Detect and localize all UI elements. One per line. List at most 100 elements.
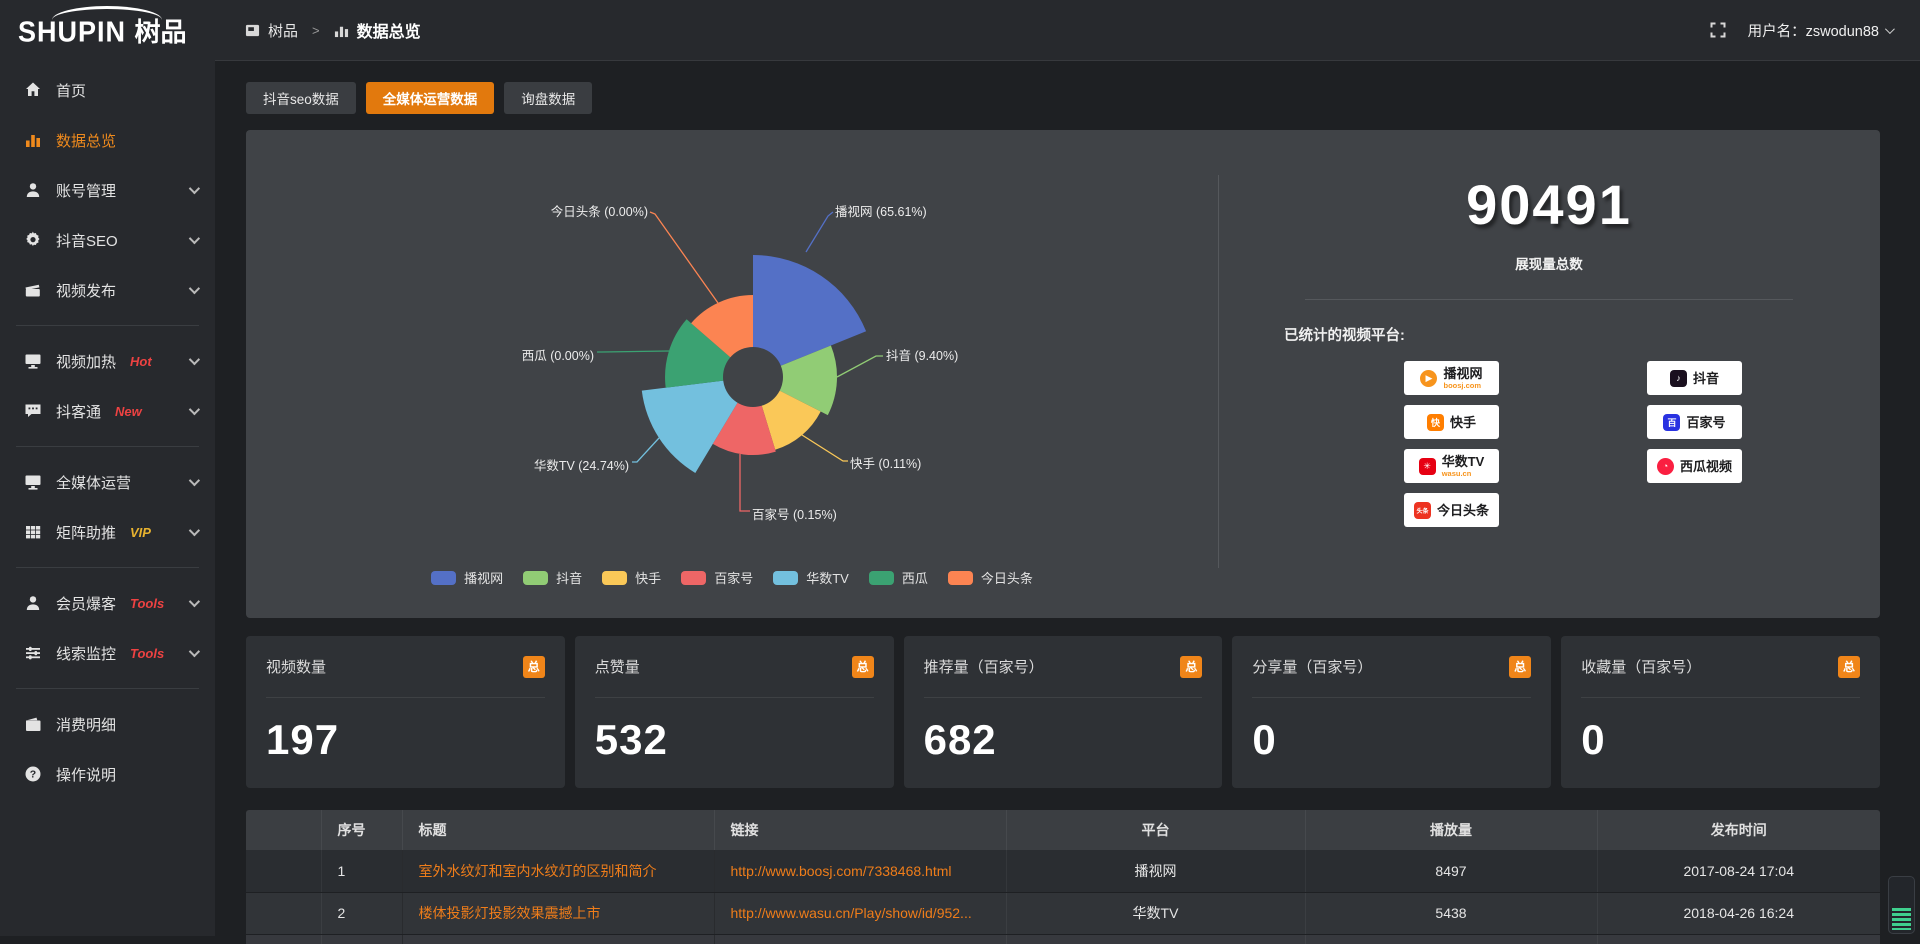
select-all-header[interactable] bbox=[246, 810, 321, 850]
breadcrumb: 树品 > 数据总览 bbox=[245, 18, 421, 42]
legend-item-播视网[interactable]: 播视网 bbox=[431, 568, 503, 587]
sidebar-item-操作说明[interactable]: ? 操作说明 bbox=[0, 749, 215, 799]
cell-time: 2018-04-26 16:24 bbox=[1597, 892, 1880, 934]
pie-label-抖音: 抖音 (9.40%) bbox=[886, 348, 958, 363]
platform-name: 今日头条 bbox=[1437, 504, 1489, 517]
stat-card-label: 分享量（百家号） bbox=[1252, 656, 1372, 677]
rose-chart-svg[interactable]: 播视网 (65.61%)抖音 (9.40%)快手 (0.11%)百家号 (0.1… bbox=[246, 130, 1218, 618]
sidebar-item-label: 首页 bbox=[56, 80, 86, 101]
user-menu[interactable]: 用户名：zswodun88 bbox=[1748, 20, 1892, 41]
sidebar-item-全媒体运营[interactable]: 全媒体运营 bbox=[0, 457, 215, 507]
sidebar-item-label: 消费明细 bbox=[56, 714, 116, 735]
menu-badge: Tools bbox=[130, 596, 164, 611]
legend-item-百家号[interactable]: 百家号 bbox=[681, 568, 753, 587]
logo-text-en: SHUPIN bbox=[18, 16, 126, 49]
row-select-cell bbox=[246, 850, 321, 892]
stat-card-视频数量: 视频数量 总 197 bbox=[246, 636, 565, 788]
legend-item-快手[interactable]: 快手 bbox=[602, 568, 661, 587]
legend-item-华数TV[interactable]: 华数TV bbox=[773, 568, 849, 587]
sidebar-item-视频发布[interactable]: 视频发布 bbox=[0, 265, 215, 315]
stat-card-label: 点赞量 bbox=[595, 656, 640, 677]
platform-badge-百家号[interactable]: 百 百家号 bbox=[1647, 405, 1742, 439]
stat-card-value: 682 bbox=[924, 716, 1203, 764]
sidebar-item-消费明细[interactable]: 消费明细 bbox=[0, 699, 215, 749]
sidebar-item-数据总览[interactable]: 数据总览 bbox=[0, 115, 215, 165]
platform-name: 抖音 bbox=[1693, 372, 1719, 385]
floating-indicator-widget[interactable] bbox=[1888, 876, 1915, 934]
sidebar-item-视频加热[interactable]: 视频加热Hot bbox=[0, 336, 215, 386]
table-row: 1 室外水纹灯和室内水纹灯的区别和简介 http://www.boosj.com… bbox=[246, 850, 1880, 892]
help-icon: ? bbox=[24, 765, 42, 783]
sidebar-item-矩阵助推[interactable]: 矩阵助推VIP bbox=[0, 507, 215, 557]
tab-全媒体运营数据[interactable]: 全媒体运营数据 bbox=[366, 82, 495, 114]
legend-label: 快手 bbox=[635, 568, 661, 587]
app-logo: SHUPIN 树品 bbox=[0, 0, 215, 55]
label-line-今日头条 bbox=[650, 212, 718, 303]
sidebar: SHUPIN 树品 首页 数据总览 账号管理 抖音SEO 视频发布 视频加热Ho… bbox=[0, 0, 215, 936]
legend-swatch bbox=[681, 571, 706, 585]
video-icon bbox=[24, 281, 42, 299]
tab-询盘数据[interactable]: 询盘数据 bbox=[504, 82, 592, 114]
sidebar-divider bbox=[16, 567, 199, 568]
gear-icon bbox=[24, 231, 42, 249]
platforms-title: 已统计的视频平台: bbox=[1284, 324, 1880, 345]
platform-badge-抖音[interactable]: ♪ 抖音 bbox=[1647, 361, 1742, 395]
sidebar-divider bbox=[16, 446, 199, 447]
caret-down-icon bbox=[1885, 24, 1895, 34]
total-badge[interactable]: 总 bbox=[1838, 656, 1860, 678]
cell-no: 1 bbox=[321, 850, 402, 892]
platform-badge-今日头条[interactable]: 头条 今日头条 bbox=[1404, 493, 1499, 527]
sidebar-item-会员爆客[interactable]: 会员爆客Tools bbox=[0, 578, 215, 628]
top-header: 树品 > 数据总览 用户名：zswodun88 bbox=[215, 0, 1920, 61]
legend-swatch bbox=[523, 571, 548, 585]
chevron-down-icon bbox=[189, 354, 200, 365]
platform-badge-播视网[interactable]: ▶ 播视网boosj.com bbox=[1404, 361, 1499, 395]
chevron-down-icon bbox=[189, 525, 200, 536]
breadcrumb-root-icon bbox=[245, 23, 260, 38]
breadcrumb-item-home[interactable]: 树品 bbox=[268, 20, 298, 41]
stat-card-推荐量（百家号）: 推荐量（百家号） 总 682 bbox=[904, 636, 1223, 788]
total-badge[interactable]: 总 bbox=[1180, 656, 1202, 678]
baijiahao-icon: 百 bbox=[1663, 414, 1680, 431]
total-badge[interactable]: 总 bbox=[1509, 656, 1531, 678]
stat-cards-row: 视频数量 总 197 点赞量 总 532 推荐量（百家号） 总 682 分享量（… bbox=[246, 636, 1880, 788]
chevron-down-icon bbox=[189, 233, 200, 244]
legend-item-抖音[interactable]: 抖音 bbox=[523, 568, 582, 587]
cell-title[interactable]: 室外水纹灯和室内水纹灯的区别和简介 bbox=[402, 850, 714, 892]
xigua-icon: ◔ bbox=[1657, 458, 1674, 475]
grid-icon bbox=[24, 523, 42, 541]
label-line-抖音 bbox=[837, 356, 883, 377]
cell-link[interactable]: http://www.wasu.cn/Play/show/id/952... bbox=[714, 892, 1006, 934]
legend-item-今日头条[interactable]: 今日头条 bbox=[948, 568, 1033, 587]
label-line-西瓜 bbox=[597, 351, 669, 352]
wallet-icon bbox=[24, 715, 42, 733]
sidebar-item-账号管理[interactable]: 账号管理 bbox=[0, 165, 215, 215]
cell-platform: 播视网 bbox=[1006, 850, 1305, 892]
sidebar-item-线索监控[interactable]: 线索监控Tools bbox=[0, 628, 215, 678]
platform-badge-华数TV[interactable]: ✳ 华数TVwasu.cn bbox=[1404, 449, 1499, 483]
platform-badge-西瓜视频[interactable]: ◔ 西瓜视频 bbox=[1647, 449, 1742, 483]
sidebar-item-label: 矩阵助推 bbox=[56, 522, 116, 543]
sidebar-item-抖客通[interactable]: 抖客通New bbox=[0, 386, 215, 436]
total-badge[interactable]: 总 bbox=[523, 656, 545, 678]
total-badge[interactable]: 总 bbox=[852, 656, 874, 678]
total-impressions-label: 展现量总数 bbox=[1218, 253, 1880, 273]
tab-抖音seo数据[interactable]: 抖音seo数据 bbox=[246, 82, 356, 114]
cell-title[interactable]: 楼体投影灯投影效果震撼上市 bbox=[402, 892, 714, 934]
platform-badge-快手[interactable]: 快 快手 bbox=[1404, 405, 1499, 439]
fullscreen-icon[interactable] bbox=[1710, 22, 1726, 38]
breadcrumb-chart-icon bbox=[334, 23, 349, 38]
stat-card-点赞量: 点赞量 总 532 bbox=[575, 636, 894, 788]
sliders-icon bbox=[24, 644, 42, 662]
sidebar-item-抖音SEO[interactable]: 抖音SEO bbox=[0, 215, 215, 265]
legend-item-西瓜[interactable]: 西瓜 bbox=[869, 568, 928, 587]
cell-time: 2017-08-24 17:04 bbox=[1597, 850, 1880, 892]
legend-swatch bbox=[948, 571, 973, 585]
sidebar-item-首页[interactable]: 首页 bbox=[0, 65, 215, 115]
legend-label: 今日头条 bbox=[981, 568, 1033, 587]
heat-icon bbox=[24, 352, 42, 370]
cell-link[interactable]: http://www.boosj.com/7338468.html bbox=[714, 850, 1006, 892]
username-label: 用户名：zswodun88 bbox=[1748, 20, 1879, 41]
stat-card-value: 0 bbox=[1581, 716, 1860, 764]
row-select-cell bbox=[246, 892, 321, 934]
